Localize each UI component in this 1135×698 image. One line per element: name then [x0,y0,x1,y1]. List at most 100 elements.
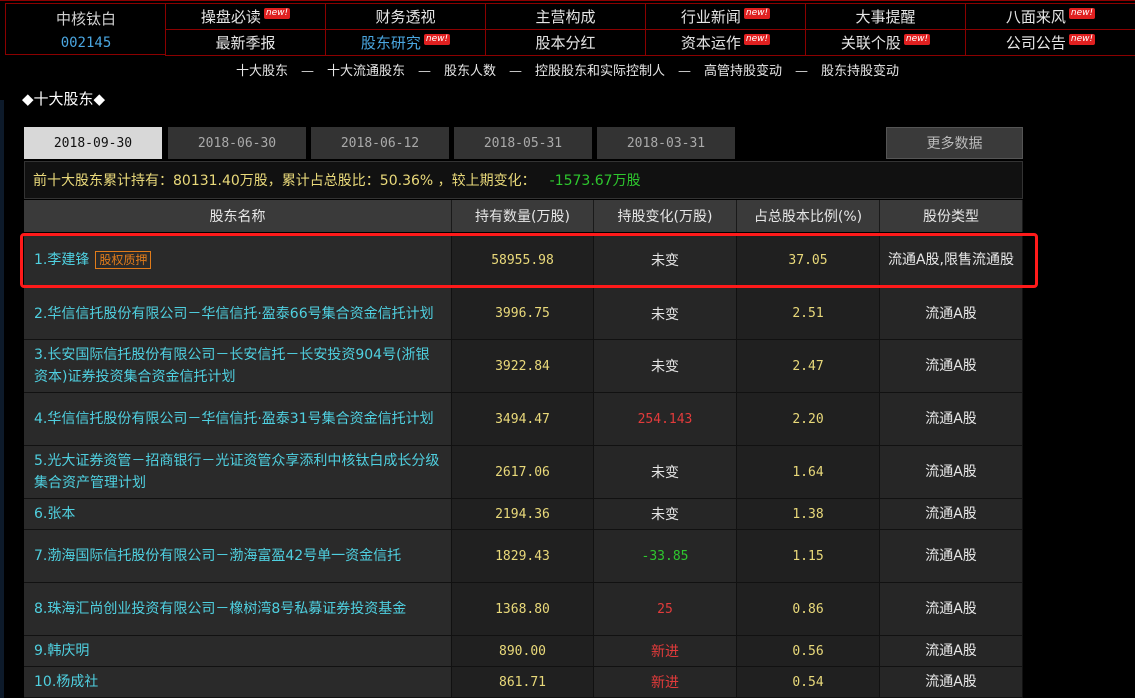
nav-item[interactable]: 资本运作 new! [645,30,805,56]
equity-pledge-tag[interactable]: 股权质押 [95,251,152,269]
holder-name[interactable]: 9.韩庆明 [34,640,89,662]
percent-cell: 37.05 [737,233,880,288]
quantity-cell: 1829.43 [452,530,594,583]
quantity-cell: 2194.36 [452,499,594,530]
nav-item-label: 八面来风 [1005,8,1066,26]
header-percent: 占总股本比例(%) [737,200,880,232]
holder-name-cell: 6.张本 [24,499,452,530]
nav-item[interactable]: 主营构成 [485,4,645,30]
nav-item[interactable]: 大事提醒 [805,4,965,30]
percent-cell: 0.56 [737,636,880,667]
change-cell: 新进 [594,667,737,698]
stock-info: 中核钛白 002145 [5,3,165,55]
sub-navigation: 十大股东 — 十大流通股东 — 股东人数 — 控股股东和实际控制人 — 高管持股变动 — 股东持股变… [0,60,1135,79]
date-tab[interactable]: 2018-06-30 [168,127,306,159]
holder-name[interactable]: 10.杨成社 [34,671,98,693]
nav-item-label: 大事提醒 [855,8,916,26]
nav-grid: 操盘必读 new! 财务透视 主营构成 行业新闻 new! 大事提醒 八面来风 new! 最新季报… [165,3,1135,56]
holder-name[interactable]: 5.光大证券资管－招商银行－光证资管众享添利中核钛白成长分级集合资产管理计划 [34,450,441,494]
nav-item-label: 操盘必读 [200,8,261,26]
nav-item-label: 股本分红 [535,34,596,52]
nav-item-label: 最新季报 [215,34,276,52]
nav-item-label: 关联个股 [840,34,901,52]
holder-name[interactable]: 6.张本 [34,503,75,525]
quantity-cell: 3996.75 [452,288,594,340]
nav-item-label: 主营构成 [535,8,596,26]
table-row: 1.李建锋 股权质押 58955.98 未变 37.05 流通A股,限售流通股 [24,233,1023,288]
holder-name-cell: 4.华信信托股份有限公司－华信信托·盈泰31号集合资金信托计划 [24,393,452,446]
holder-name[interactable]: 3.长安国际信托股份有限公司－长安信托－长安投资904号(浙银资本)证券投资集合… [34,344,441,388]
date-tab[interactable]: 2018-06-12 [311,127,449,159]
share-type-cell: 流通A股 [880,340,1023,393]
subnav-link[interactable]: 十大流通股东 [327,64,405,79]
holder-name-cell: 8.珠海汇尚创业投资有限公司－橡树湾8号私募证券投资基金 [24,583,452,636]
section-title: ◆十大股东◆ [22,90,106,108]
holder-name-cell: 3.长安国际信托股份有限公司－长安信托－长安投资904号(浙银资本)证券投资集合… [24,340,452,393]
quantity-cell: 1368.80 [452,583,594,636]
holder-name-cell: 7.渤海国际信托股份有限公司－渤海富盈42号单一资金信托 [24,530,452,583]
stock-name: 中核钛白 [55,10,116,28]
subnav-separator: — [509,64,522,79]
new-badge: new! [743,34,771,45]
holder-name[interactable]: 8.珠海汇尚创业投资有限公司－橡树湾8号私募证券投资基金 [34,598,406,620]
table-row: 2.华信信托股份有限公司－华信信托·盈泰66号集合资金信托计划 3996.75 未变… [24,288,1023,340]
change-cell: 未变 [594,233,737,288]
nav-item[interactable]: 关联个股 new! [805,30,965,56]
table-row: 9.韩庆明 890.00 新进 0.56 流通A股 [24,636,1023,667]
nav-item-label: 行业新闻 [680,8,741,26]
header-share-type: 股份类型 [880,200,1023,232]
subnav-link[interactable]: 控股股东和实际控制人 [535,64,665,79]
quantity-cell: 58955.98 [452,233,594,288]
holder-name[interactable]: 1.李建锋 [34,249,89,271]
date-tab[interactable]: 2018-05-31 [454,127,592,159]
holder-name[interactable]: 7.渤海国际信托股份有限公司－渤海富盈42号单一资金信托 [34,545,401,567]
share-type-cell: 流通A股 [880,499,1023,530]
change-cell: 254.143 [594,393,737,446]
nav-item[interactable]: 八面来风 new! [965,4,1135,30]
table-row: 4.华信信托股份有限公司－华信信托·盈泰31号集合资金信托计划 3494.47 25… [24,393,1023,446]
nav-item[interactable]: 公司公告 new! [965,30,1135,56]
nav-item-label: 公司公告 [1005,34,1066,52]
nav-item[interactable]: 最新季报 [165,30,325,56]
nav-item[interactable]: 行业新闻 new! [645,4,805,30]
quantity-cell: 3494.47 [452,393,594,446]
holder-name-cell: 5.光大证券资管－招商银行－光证资管众享添利中核钛白成长分级集合资产管理计划 [24,446,452,499]
nav-item[interactable]: 股本分红 [485,30,645,56]
change-cell: 未变 [594,340,737,393]
holder-name[interactable]: 2.华信信托股份有限公司－华信信托·盈泰66号集合资金信托计划 [34,303,434,325]
percent-cell: 0.86 [737,583,880,636]
new-badge: new! [1068,34,1096,45]
summary-text: 前十大股东累计持有：80131.40万股，累计占总股比：50.36% ，较上期变… [33,173,536,189]
stock-code[interactable]: 002145 [6,35,166,51]
percent-cell: 2.47 [737,340,880,393]
date-tab[interactable]: 2018-03-31 [597,127,735,159]
summary-change: -1573.67万股 [549,173,641,189]
quantity-cell: 2617.06 [452,446,594,499]
nav-item[interactable]: 操盘必读 new! [165,4,325,30]
more-data-button[interactable]: 更多数据 [886,127,1023,159]
share-type-cell: 流通A股 [880,288,1023,340]
holder-name[interactable]: 4.华信信托股份有限公司－华信信托·盈泰31号集合资金信托计划 [34,408,434,430]
quantity-cell: 890.00 [452,636,594,667]
date-tab[interactable]: 2018-09-30 [24,127,162,159]
change-cell: 未变 [594,288,737,340]
new-badge: new! [263,8,291,19]
subnav-link[interactable]: 十大股东 [236,64,288,79]
nav-item[interactable]: 股东研究 new! [325,30,485,56]
quantity-cell: 3922.84 [452,340,594,393]
holder-name-cell: 2.华信信托股份有限公司－华信信托·盈泰66号集合资金信托计划 [24,288,452,340]
subnav-link[interactable]: 高管持股变动 [704,64,782,79]
subnav-link[interactable]: 股东持股变动 [821,64,899,79]
share-type-cell: 流通A股 [880,446,1023,499]
subnav-link[interactable]: 股东人数 [444,64,496,79]
subnav-separator: — [417,64,431,79]
percent-cell: 1.38 [737,499,880,530]
table-row: 8.珠海汇尚创业投资有限公司－橡树湾8号私募证券投资基金 1368.80 25 0.8… [24,583,1023,636]
nav-item-label: 资本运作 [680,34,741,52]
table-row: 3.长安国际信托股份有限公司－长安信托－长安投资904号(浙银资本)证券投资集合… [24,340,1023,393]
table-row: 7.渤海国际信托股份有限公司－渤海富盈42号单一资金信托 1829.43 -33.8… [24,530,1023,583]
holder-name-cell: 9.韩庆明 [24,636,452,667]
subnav-separator: — [795,64,809,79]
nav-item[interactable]: 财务透视 [325,4,485,30]
left-edge-bar [0,100,4,698]
